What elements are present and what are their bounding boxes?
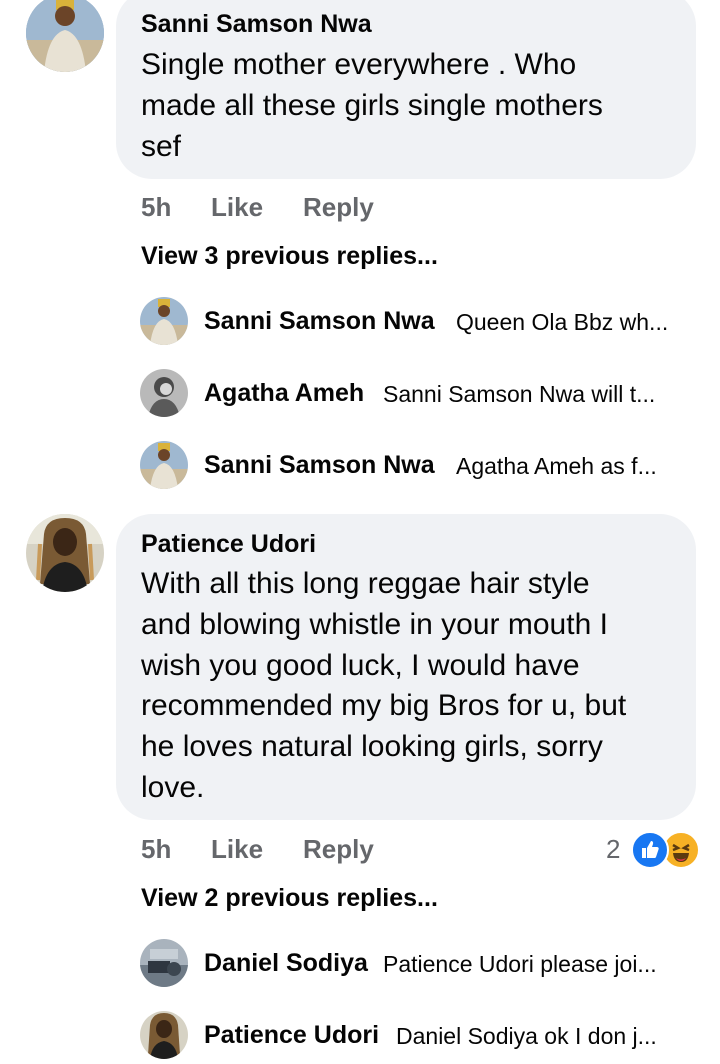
avatar[interactable] (140, 369, 188, 417)
reply-text: Patience Udori please joi... (383, 951, 657, 977)
reply-row[interactable]: Daniel Sodiya Patience Udori please joi.… (140, 939, 700, 991)
reply-text: Daniel Sodiya ok I don j... (396, 1023, 657, 1049)
comment-author[interactable]: Patience Udori (141, 530, 316, 559)
view-previous-replies-link[interactable]: View 2 previous replies... (141, 884, 438, 913)
reply-author[interactable]: Daniel Sodiya (204, 949, 368, 978)
comment-time[interactable]: 5h (141, 192, 171, 223)
reply-text: Queen Ola Bbz wh... (456, 309, 669, 335)
avatar[interactable] (26, 514, 104, 592)
avatar[interactable] (140, 939, 188, 987)
like-button[interactable]: Like (211, 192, 263, 223)
reply-row[interactable]: Sanni Samson Nwa Queen Ola Bbz wh... (140, 297, 700, 349)
reply-author[interactable]: Agatha Ameh (204, 379, 364, 408)
reply-row[interactable]: Agatha Ameh Sanni Samson Nwa will t... (140, 369, 700, 421)
reply-text: Sanni Samson Nwa will t... (383, 381, 656, 407)
avatar[interactable] (140, 297, 188, 345)
avatar[interactable] (26, 0, 104, 72)
reply-row[interactable]: Sanni Samson Nwa Agatha Ameh as f... (140, 441, 700, 493)
reply-button[interactable]: Reply (303, 834, 374, 865)
reply-author[interactable]: Sanni Samson Nwa (204, 451, 435, 480)
comment-text: With all this long reggae hair style and… (141, 567, 627, 804)
reply-author[interactable]: Sanni Samson Nwa (204, 307, 435, 336)
comment-author[interactable]: Sanni Samson Nwa (141, 10, 372, 39)
reply-text: Agatha Ameh as f... (456, 453, 657, 479)
avatar[interactable] (140, 441, 188, 489)
reply-author[interactable]: Patience Udori (204, 1021, 379, 1050)
avatar[interactable] (140, 1011, 188, 1059)
reply-button[interactable]: Reply (303, 192, 374, 223)
reaction-count[interactable]: 2 (606, 834, 620, 865)
comment-time[interactable]: 5h (141, 834, 171, 865)
like-button[interactable]: Like (211, 834, 263, 865)
comment-text: Single mother everywhere . Who made all … (141, 48, 603, 163)
like-reaction-icon[interactable] (631, 831, 669, 869)
reply-row[interactable]: Patience Udori Daniel Sodiya ok I don j.… (140, 1011, 700, 1063)
view-previous-replies-link[interactable]: View 3 previous replies... (141, 242, 438, 271)
